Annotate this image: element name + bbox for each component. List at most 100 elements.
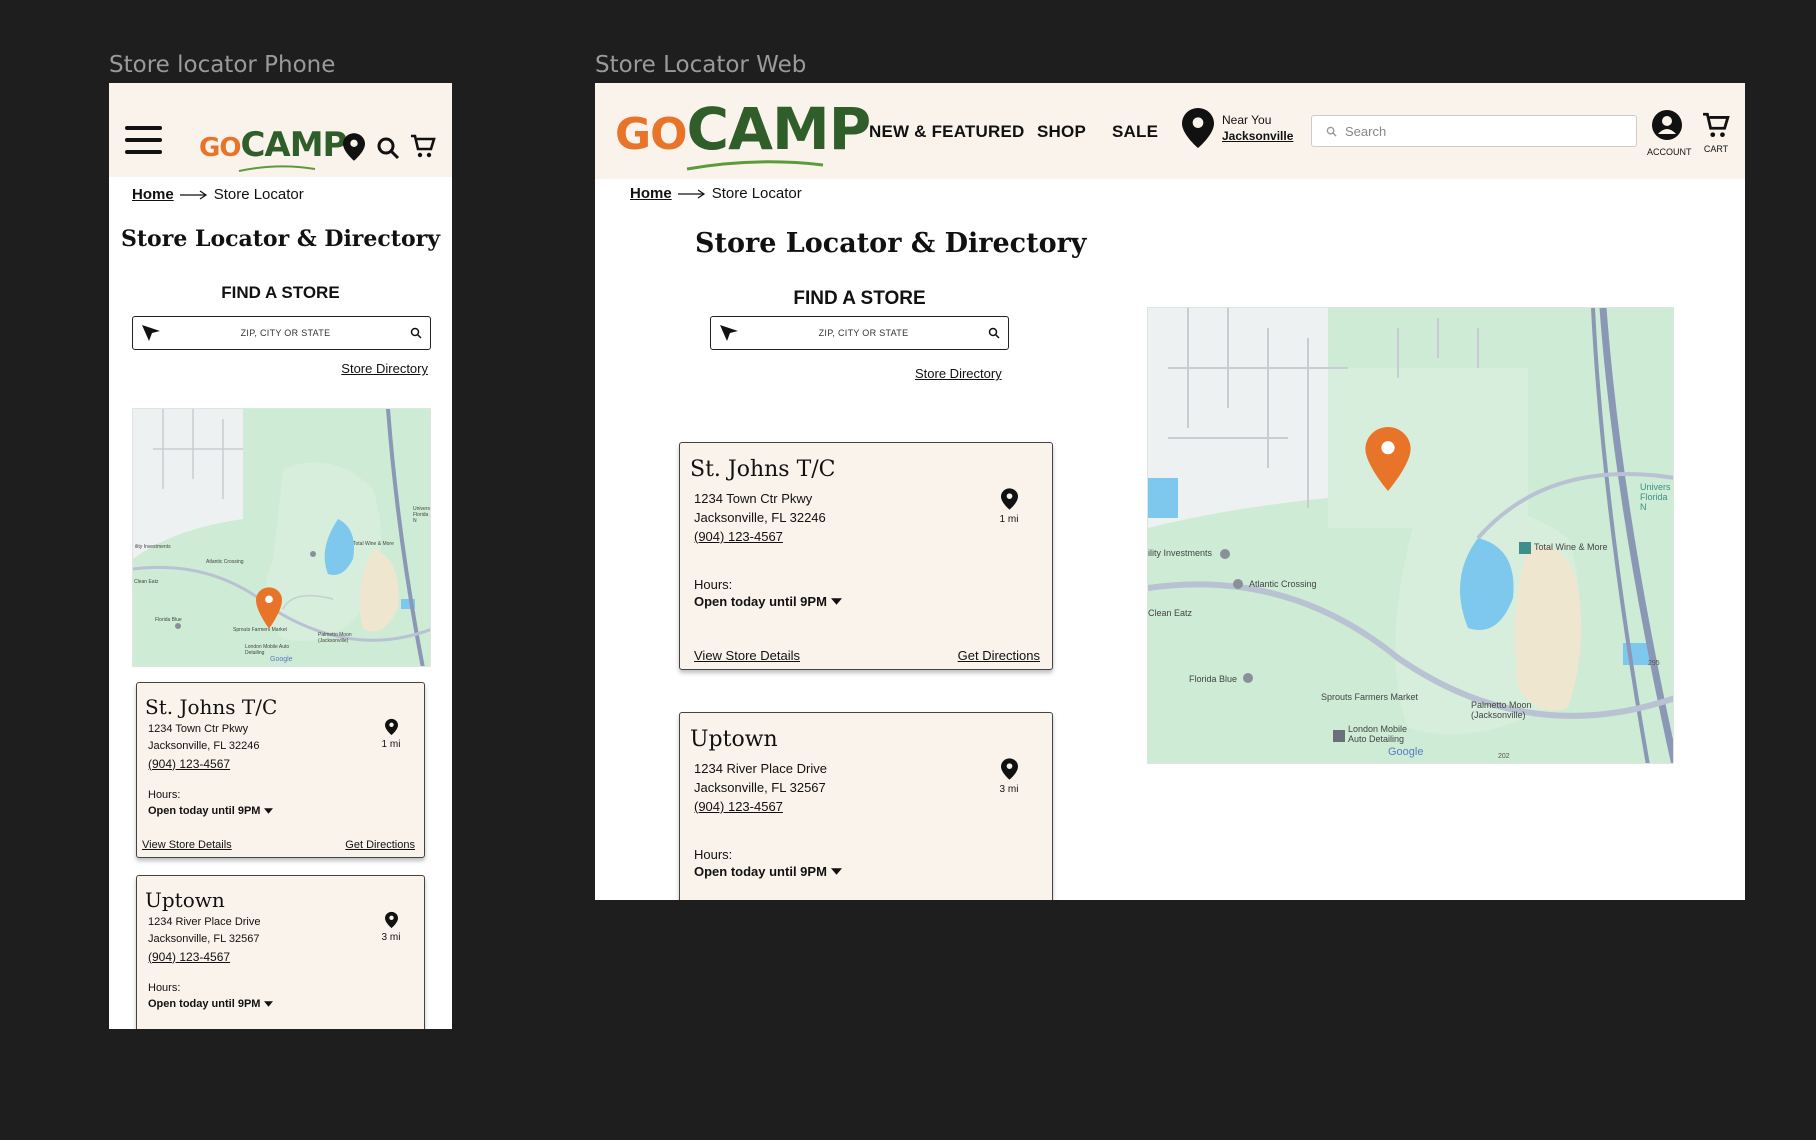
hours-dropdown[interactable]: Open today until 9PM: [694, 594, 842, 609]
map-label-palmetto: Palmetto Moon (Jacksonville): [1471, 700, 1532, 720]
store-city: Jacksonville, FL 32246: [148, 740, 260, 753]
location-pin-icon: [384, 911, 398, 929]
map-label-univ: Univers Florida N: [1640, 482, 1671, 512]
near-you-label: Near You: [1222, 112, 1272, 127]
store-distance-value: 3 mi: [381, 932, 401, 943]
map-pin-icon[interactable]: [1365, 427, 1411, 491]
store-address: 1234 Town Ctr Pkwy Jacksonville, FL 3224…: [148, 722, 260, 772]
map-label-univ: Univers Florida N: [413, 506, 430, 524]
account-label: ACCOUNT: [1647, 147, 1692, 157]
location-pin-icon[interactable]: [343, 133, 365, 161]
search-icon[interactable]: [410, 327, 422, 339]
search-icon[interactable]: [988, 327, 1000, 339]
store-search-input[interactable]: ZIP, CITY OR STATE: [710, 316, 1009, 350]
find-store-heading: FIND A STORE: [793, 288, 926, 309]
arrow-right-icon: [179, 190, 207, 199]
view-store-details-link[interactable]: View Store Details: [142, 839, 232, 851]
hours-label: Hours:: [694, 577, 733, 592]
store-street: 1234 Town Ctr Pkwy: [148, 723, 249, 735]
view-store-details-link[interactable]: View Store Details: [694, 648, 800, 663]
get-directions-link[interactable]: Get Directions: [958, 648, 1040, 663]
hours-value: Open today until 9PM: [694, 594, 827, 609]
store-card[interactable]: St. Johns T/C 1234 Town Ctr Pkwy Jackson…: [136, 682, 425, 858]
store-card[interactable]: Uptown 1234 River Place Drive Jacksonvil…: [136, 875, 425, 1029]
map-label-total-wine: Total Wine & More: [1534, 542, 1608, 552]
menu-icon[interactable]: [125, 126, 162, 156]
web-frame-label: Store Locator Web: [595, 52, 807, 78]
store-distance-value: 1 mi: [381, 739, 401, 750]
breadcrumb-home-link[interactable]: Home: [132, 186, 174, 203]
store-name: Uptown: [145, 888, 225, 912]
phone-frame-label: Store locator Phone: [109, 52, 336, 78]
store-search-input[interactable]: ZIP, CITY OR STATE: [132, 316, 431, 350]
store-city: Jacksonville, FL 32567: [148, 933, 260, 946]
search-placeholder: ZIP, CITY OR STATE: [240, 328, 331, 338]
search-icon[interactable]: [376, 136, 400, 160]
store-map[interactable]: Total Wine & More Atlantic Crossing ilit…: [1147, 307, 1674, 764]
near-you-selector[interactable]: Near You Jacksonville: [1182, 107, 1293, 149]
store-street: 1234 River Place Drive: [148, 916, 261, 928]
find-store-heading: FIND A STORE: [221, 283, 340, 302]
near-you-city: Jacksonville: [1222, 129, 1294, 143]
nav-shop[interactable]: SHOP: [1037, 122, 1086, 142]
store-name: St. Johns T/C: [145, 695, 278, 719]
locate-arrow-icon[interactable]: [141, 324, 161, 342]
store-distance: 1 mi: [378, 718, 404, 750]
breadcrumb-home-link[interactable]: Home: [630, 185, 672, 202]
chevron-down-icon: [264, 1001, 274, 1007]
hours-dropdown[interactable]: Open today until 9PM: [148, 998, 274, 1010]
location-pin-icon: [384, 718, 398, 736]
page-title: Store Locator & Directory: [695, 228, 1087, 259]
store-distance: 3 mi: [378, 911, 404, 943]
store-phone-link[interactable]: (904) 123-4567: [148, 757, 260, 773]
store-name: St. Johns T/C: [690, 457, 836, 482]
map-label-total-wine: Total Wine & More: [353, 541, 394, 547]
phone-frame: GOCAMP Home Store Locator Store Locator …: [109, 83, 452, 1029]
hours-dropdown[interactable]: Open today until 9PM: [148, 805, 274, 817]
map-pin-icon[interactable]: [256, 587, 282, 629]
map-label-investments: ility Investments: [135, 544, 171, 550]
gocamp-logo[interactable]: GOCAMP: [615, 95, 872, 171]
store-phone-link[interactable]: (904) 123-4567: [694, 529, 826, 546]
get-directions-link[interactable]: Get Directions: [345, 839, 415, 851]
store-street: 1234 Town Ctr Pkwy: [694, 491, 813, 506]
account-button[interactable]: ACCOUNT: [1647, 109, 1692, 157]
store-distance-value: 3 mi: [999, 784, 1019, 795]
hours-label: Hours:: [148, 982, 181, 994]
store-directory-link[interactable]: Store Directory: [341, 361, 428, 376]
nav-sale[interactable]: SALE: [1112, 122, 1158, 142]
map-label-sprouts: Sprouts Farmers Market: [1321, 692, 1419, 702]
chevron-down-icon: [830, 868, 842, 875]
store-address: 1234 River Place Drive Jacksonville, FL …: [148, 915, 261, 965]
store-address: 1234 Town Ctr Pkwy Jacksonville, FL 3224…: [694, 491, 826, 546]
store-card[interactable]: Uptown 1234 River Place Drive Jacksonvil…: [679, 712, 1053, 900]
locate-arrow-icon[interactable]: [719, 324, 739, 342]
breadcrumb-current: Store Locator: [213, 186, 304, 203]
breadcrumb: Home Store Locator: [630, 185, 802, 202]
search-icon: [1326, 126, 1337, 137]
gocamp-logo[interactable]: GOCAMP: [199, 125, 347, 172]
phone-header: GOCAMP: [109, 83, 452, 177]
breadcrumb-current: Store Locator: [711, 185, 802, 202]
site-search-input[interactable]: Search: [1311, 115, 1637, 147]
cart-icon[interactable]: [410, 133, 436, 159]
breadcrumb: Home Store Locator: [132, 186, 304, 203]
map-label-london: London Mobile Auto Detailing: [245, 644, 290, 656]
page-title: Store Locator & Directory: [121, 226, 440, 252]
store-city: Jacksonville, FL 32246: [694, 509, 826, 525]
nav-new-featured[interactable]: NEW & FEATURED: [869, 122, 1024, 142]
store-city: Jacksonville, FL 32567: [694, 779, 826, 795]
hours-value: Open today until 9PM: [694, 864, 827, 879]
logo-camp: CAMP: [686, 95, 872, 163]
store-card[interactable]: St. Johns T/C 1234 Town Ctr Pkwy Jackson…: [679, 442, 1053, 670]
hours-value: Open today until 9PM: [148, 998, 261, 1010]
cart-button[interactable]: CART: [1699, 111, 1733, 154]
map-label-florida-blue: Florida Blue: [1189, 674, 1238, 684]
hours-dropdown[interactable]: Open today until 9PM: [694, 864, 842, 879]
logo-go: GO: [199, 133, 241, 163]
store-map[interactable]: Total Wine & More Atlantic Crossing ilit…: [132, 408, 431, 667]
store-name: Uptown: [690, 727, 778, 752]
store-phone-link[interactable]: (904) 123-4567: [694, 799, 827, 816]
store-phone-link[interactable]: (904) 123-4567: [148, 950, 261, 966]
store-directory-link[interactable]: Store Directory: [915, 366, 1002, 381]
